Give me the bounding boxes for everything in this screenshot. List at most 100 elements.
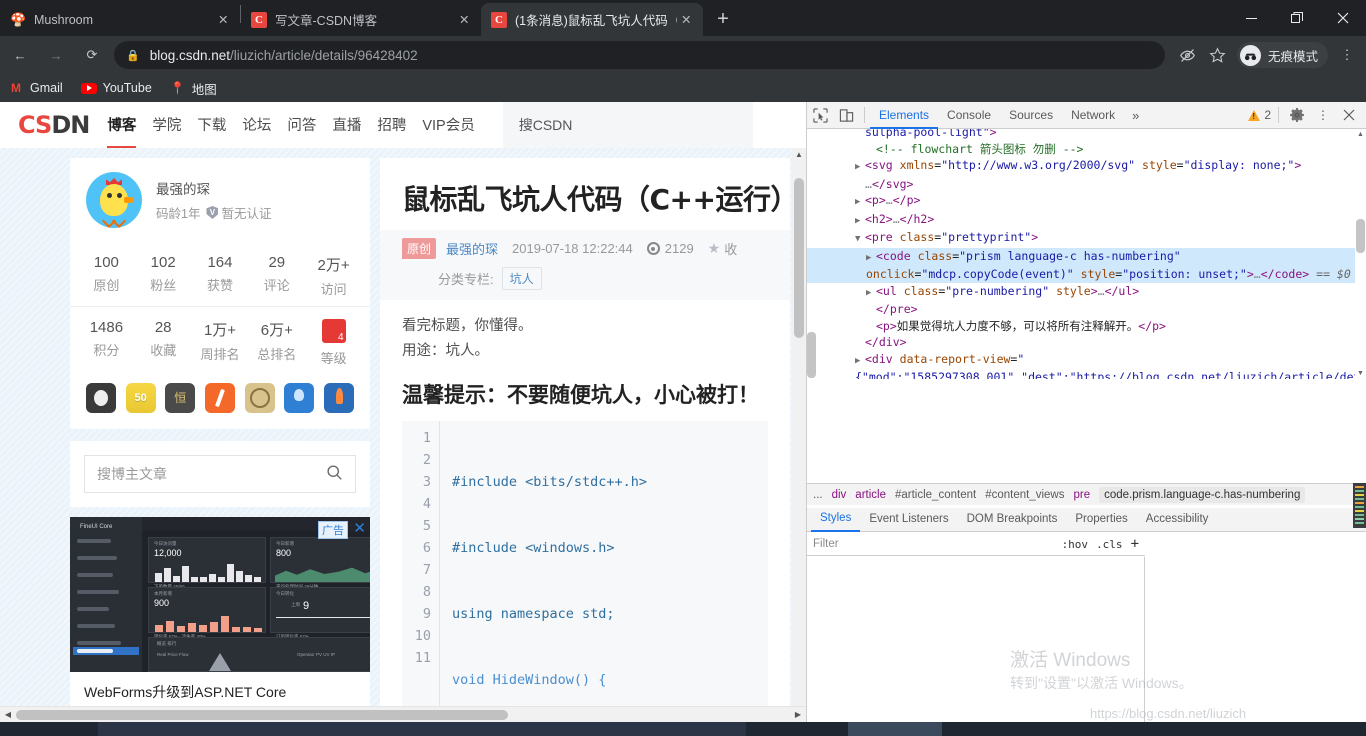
incognito-indicator[interactable]: 无痕模式 — [1236, 42, 1328, 68]
nav-item-qa[interactable]: 问答 — [287, 114, 316, 137]
breadcrumb-item[interactable]: div — [832, 489, 847, 501]
breadcrumb-item-selected[interactable]: code.prism.language-c.has-numbering — [1099, 486, 1306, 503]
hov-button[interactable]: :hov — [1062, 538, 1089, 551]
tab-close-icon[interactable]: ✕ — [459, 12, 475, 28]
scroll-right-icon[interactable]: ▶ — [790, 707, 806, 722]
dom-node[interactable]: ▶ <p>…</p> — [807, 192, 1366, 211]
reload-button[interactable]: ⟳ — [76, 39, 108, 71]
tab-close-icon[interactable]: ✕ — [218, 12, 234, 28]
scroll-up-icon[interactable]: ▲ — [792, 148, 806, 162]
cls-button[interactable]: .cls — [1096, 538, 1123, 551]
tab-console[interactable]: Console — [938, 102, 1000, 129]
computed-pane[interactable] — [1146, 557, 1366, 722]
nav-item-vip[interactable]: VIP会员 — [422, 114, 474, 137]
persistence-medal-icon[interactable] — [165, 383, 196, 413]
scroll-left-icon[interactable]: ◀ — [0, 707, 16, 722]
dom-tree[interactable]: sulpha-pool-light"> <!-- flowchart 箭头图标 勿… — [807, 129, 1366, 379]
tab-elements[interactable]: Elements — [870, 102, 939, 129]
subtab-accessibility[interactable]: Accessibility — [1137, 508, 1218, 531]
scrollbar-thumb[interactable] — [16, 710, 508, 720]
nav-item-academy[interactable]: 学院 — [152, 114, 181, 137]
tab-network[interactable]: Network — [1062, 102, 1124, 129]
scrollbar-thumb[interactable] — [1356, 219, 1365, 253]
category-tag[interactable]: 坑人 — [501, 267, 542, 290]
nav-item-jobs[interactable]: 招聘 — [377, 114, 406, 137]
dom-node[interactable]: <p>如果觉得坑人力度不够，可以将所有注释解开。</p> — [807, 318, 1366, 335]
taskbar-clock[interactable] — [1280, 722, 1366, 736]
breadcrumb-item[interactable]: ... — [813, 489, 823, 501]
styles-minimap[interactable] — [1353, 483, 1366, 528]
csdn-search-input[interactable]: 搜CSDN — [502, 102, 753, 148]
ad-title[interactable]: WebForms升级到ASP.NET Core — [84, 682, 356, 702]
github-medal-icon[interactable] — [86, 383, 116, 413]
breadcrumb-item[interactable]: pre — [1073, 489, 1090, 501]
eye-off-icon[interactable] — [1173, 40, 1203, 70]
advertisement[interactable]: FineUI Core 今日访问量 12,000 今日新增 800 本月新增 9… — [70, 517, 370, 722]
dom-node-selected[interactable]: ▶ <code class="prism language-c has-numbe… — [807, 247, 1366, 283]
subtab-dom-breakpoints[interactable]: DOM Breakpoints — [958, 508, 1067, 531]
scrollbar-thumb[interactable] — [794, 178, 804, 338]
chevron-right-icon[interactable]: ▶ — [855, 194, 865, 211]
kebab-menu-icon[interactable]: ⋮ — [1310, 102, 1336, 128]
search-icon[interactable] — [326, 464, 343, 485]
page-vertical-scrollbar[interactable]: ▲ ▼ — [792, 148, 806, 722]
breadcrumb-item[interactable]: #article_content — [895, 489, 976, 501]
bookmark-gmail[interactable]: M Gmail — [8, 80, 63, 96]
chevron-double-right-icon[interactable]: » — [1124, 108, 1147, 123]
blog-search-input[interactable]: 搜博主文章 — [84, 455, 356, 493]
inspect-cursor-icon[interactable] — [807, 102, 833, 128]
dom-node[interactable]: sulpha-pool-light"> — [807, 129, 1366, 141]
tab-sources[interactable]: Sources — [1000, 102, 1062, 129]
dom-node[interactable]: </div> — [807, 334, 1366, 351]
breadcrumb-item[interactable]: article — [855, 489, 886, 501]
bookmark-youtube[interactable]: YouTube — [80, 80, 152, 96]
address-bar[interactable]: 🔒 blog.csdn.net /liuzich/article/details… — [114, 41, 1165, 69]
new-style-rule-button[interactable]: + — [1131, 536, 1139, 552]
dom-node[interactable]: ▶ <div data-report-view="{"mod":"15852973… — [807, 351, 1366, 380]
new-tab-button[interactable]: + — [709, 5, 737, 33]
page-horizontal-scrollbar[interactable]: ◀ ▶ — [0, 706, 806, 722]
dom-node[interactable]: </pre> — [807, 301, 1366, 318]
styles-filter-bar[interactable]: Filter :hov .cls + — [807, 533, 1145, 556]
csdn-logo[interactable]: CSDN — [18, 111, 90, 139]
rocket-medal-icon[interactable] — [323, 383, 354, 413]
close-button[interactable] — [1320, 0, 1366, 36]
device-toggle-icon[interactable] — [833, 102, 859, 128]
profile-name[interactable]: 最强的琛 — [156, 178, 271, 198]
breadcrumb-item[interactable]: #content_views — [985, 489, 1064, 501]
star-outline-icon[interactable] — [1203, 40, 1233, 70]
maximize-restore-button[interactable] — [1274, 0, 1320, 36]
browser-tab-1[interactable]: 🍄 Mushroom ✕ — [0, 3, 240, 36]
dom-tree-scrollbar[interactable]: ▲ ▼ — [1355, 129, 1366, 379]
code-block[interactable]: 1 2 3 4 5 6 7 8 9 10 11 #include <bits/s… — [402, 421, 768, 722]
subtab-styles[interactable]: Styles — [811, 507, 861, 532]
taskbar-item[interactable] — [98, 722, 746, 736]
dom-node[interactable]: <!-- flowchart 箭头图标 勿删 --> — [807, 141, 1366, 158]
minimize-button[interactable] — [1228, 0, 1274, 36]
nav-item-download[interactable]: 下载 — [197, 114, 226, 137]
avatar[interactable] — [86, 172, 142, 228]
gear-icon[interactable] — [1284, 102, 1310, 128]
chevron-right-icon[interactable]: ▶ — [855, 213, 865, 230]
star-icon[interactable]: ★ — [708, 240, 721, 257]
trophy-medal-icon[interactable] — [244, 383, 275, 413]
favorite-label[interactable]: 收 — [724, 239, 737, 258]
chevron-down-icon[interactable]: ▼ — [855, 231, 865, 248]
subtab-event-listeners[interactable]: Event Listeners — [860, 508, 957, 531]
warning-badge[interactable]: 2 — [1248, 108, 1271, 122]
chevron-right-icon[interactable]: ▶ — [866, 285, 876, 302]
article-author[interactable]: 最强的琛 — [446, 239, 498, 258]
code-content[interactable]: #include <bits/stdc++.h> #include <windo… — [440, 421, 768, 722]
star-medal-icon[interactable] — [284, 383, 315, 413]
dom-tree-scrollbar-left[interactable] — [807, 332, 816, 378]
dom-node[interactable]: ▶ <svg xmlns="http://www.w3.org/2000/svg"… — [807, 157, 1366, 176]
scroll-up-icon[interactable]: ▲ — [1355, 129, 1366, 140]
50-blog-medal-icon[interactable] — [125, 383, 156, 413]
forward-button[interactable]: → — [40, 39, 72, 71]
chevron-right-icon[interactable]: ▶ — [855, 353, 865, 370]
dom-node[interactable]: ▼ <pre class="prettyprint"> — [807, 229, 1366, 248]
browser-tab-3-active[interactable]: C (1条消息)鼠标乱飞坑人代码（C+ ✕ — [481, 3, 703, 36]
bookmark-maps[interactable]: 📍 地图 — [170, 79, 217, 98]
nav-item-forum[interactable]: 论坛 — [242, 114, 271, 137]
kebab-menu-icon[interactable]: ⋮ — [1332, 40, 1362, 70]
